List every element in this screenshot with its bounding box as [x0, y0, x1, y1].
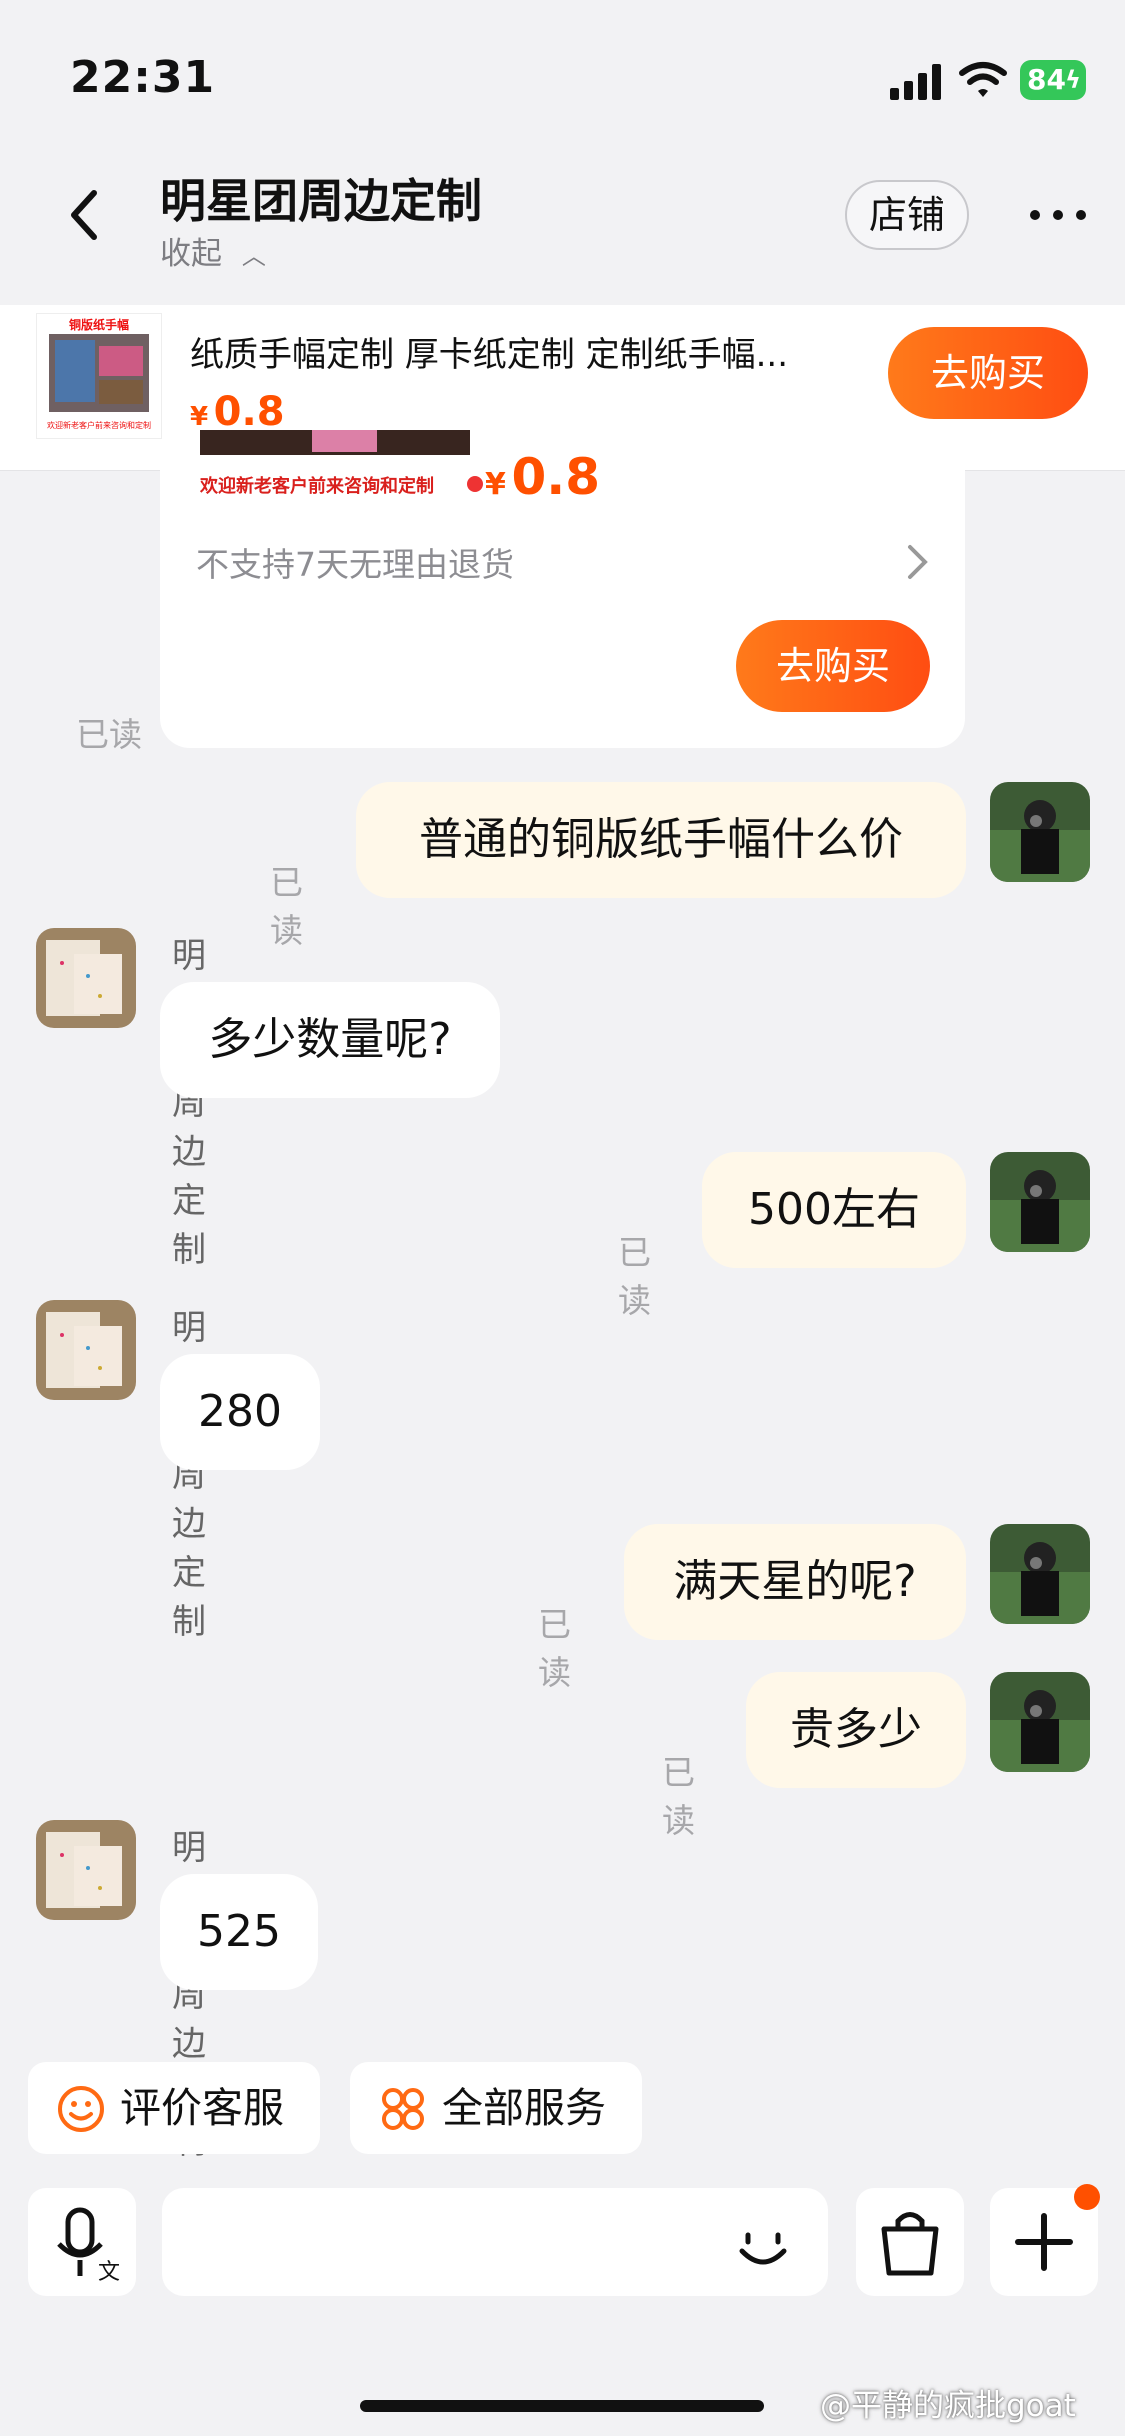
read-status: 已读	[662, 1753, 695, 1840]
message-list[interactable]: 欢迎新老客户前来咨询和定制 ¥ 0.8 不支持7天无理由退货 去购买 已读 已读…	[0, 430, 1125, 2162]
shop-avatar[interactable]	[36, 928, 136, 1028]
shopping-bag-icon	[881, 2212, 939, 2276]
rate-service-button[interactable]: 评价客服	[28, 2062, 320, 2154]
price-value: 0.8	[511, 448, 601, 506]
status-time: 22:31	[70, 52, 216, 103]
back-button[interactable]	[60, 185, 112, 245]
smile-icon	[58, 2086, 104, 2132]
chevron-right-icon[interactable]	[904, 542, 932, 582]
read-status: 已读	[270, 863, 303, 950]
more-actions-button[interactable]	[990, 2184, 1100, 2296]
chat-title: 明星团周边定制	[160, 174, 482, 228]
received-message-bubble[interactable]: 280	[160, 1354, 320, 1470]
battery-indicator: 84 ϟ	[1020, 60, 1086, 100]
shop-avatar[interactable]	[36, 1820, 136, 1920]
user-avatar[interactable]	[990, 1152, 1090, 1252]
price-value: 0.8	[213, 389, 285, 435]
chat-screen: 22:31 84 ϟ 明星团周边定制 收起 ︿ 店铺 铜版纸手幅 欢迎新老客户前…	[0, 0, 1125, 2436]
currency-symbol: ¥	[485, 467, 506, 502]
message-input[interactable]	[162, 2188, 828, 2296]
sent-message-bubble[interactable]: 满天星的呢?	[624, 1524, 966, 1640]
notification-dot	[1074, 2184, 1100, 2210]
sent-message-bubble[interactable]: 贵多少	[746, 1672, 966, 1788]
voice-translate-icon: 文	[57, 2207, 120, 2284]
read-status: 已读	[618, 1233, 651, 1320]
all-services-button[interactable]: 全部服务	[350, 2062, 642, 2154]
home-indicator[interactable]	[360, 2400, 764, 2412]
emoji-icon[interactable]	[730, 2208, 800, 2278]
status-bar: 22:31 84 ϟ	[0, 0, 1125, 150]
product-card-price: ¥ 0.8	[485, 448, 600, 506]
read-status: 已读	[538, 1605, 571, 1692]
buy-button[interactable]: 去购买	[888, 327, 1088, 419]
shop-avatar[interactable]	[36, 1300, 136, 1400]
sender-name: 明星团周边定制	[172, 936, 206, 1270]
product-thumbnail[interactable]: 铜版纸手幅 欢迎新老客户前来咨询和定制	[36, 313, 162, 439]
user-avatar[interactable]	[990, 1524, 1090, 1624]
product-title[interactable]: 纸质手幅定制 厚卡纸定制 定制纸手幅...	[190, 327, 880, 376]
product-price: ¥ 0.8	[190, 389, 285, 435]
voice-input-button[interactable]: 文	[28, 2188, 136, 2296]
received-message-bubble[interactable]: 525	[160, 1874, 318, 1990]
product-image: 铜版纸手幅 欢迎新老客户前来咨询和定制	[37, 314, 161, 438]
cellular-signal-icon	[890, 64, 942, 100]
rate-service-label: 评价客服	[120, 2084, 284, 2132]
product-card-banner-text: 欢迎新老客户前来咨询和定制	[200, 475, 434, 497]
more-options-button[interactable]	[1030, 207, 1086, 223]
charging-bolt-icon: ϟ	[1065, 66, 1081, 94]
collapse-label: 收起	[160, 236, 222, 272]
store-button[interactable]: 店铺	[845, 180, 969, 250]
wifi-icon	[959, 62, 1007, 97]
chat-input-bar: 文	[0, 2170, 1125, 2310]
collapse-button[interactable]: 收起 ︿	[160, 228, 266, 273]
user-avatar[interactable]	[990, 1672, 1090, 1772]
product-card-message[interactable]: 欢迎新老客户前来咨询和定制 ¥ 0.8 不支持7天无理由退货 去购买	[160, 430, 965, 748]
sent-message-bubble[interactable]: 普通的铜版纸手幅什么价	[356, 782, 966, 898]
product-card-buy-button[interactable]: 去购买	[736, 620, 930, 712]
all-services-label: 全部服务	[442, 2084, 606, 2132]
svg-text:文: 文	[98, 2259, 120, 2284]
sender-name: 明星团周边定制	[172, 1308, 206, 1642]
currency-symbol: ¥	[190, 402, 209, 432]
read-status: 已读	[76, 715, 142, 754]
user-avatar[interactable]	[990, 782, 1090, 882]
thumbnail-caption: 欢迎新老客户前来咨询和定制	[47, 420, 151, 430]
shopping-bag-button[interactable]	[856, 2188, 964, 2296]
chevron-up-icon: ︿	[241, 242, 266, 270]
thumbnail-title: 铜版纸手幅	[69, 317, 129, 332]
received-message-bubble[interactable]: 多少数量呢?	[160, 982, 500, 1098]
watermark: @平静的疯批goat	[820, 2388, 1076, 2424]
return-policy-note: 不支持7天无理由退货	[196, 545, 514, 584]
sent-message-bubble[interactable]: 500左右	[702, 1152, 966, 1268]
grid-icon	[382, 2088, 424, 2130]
